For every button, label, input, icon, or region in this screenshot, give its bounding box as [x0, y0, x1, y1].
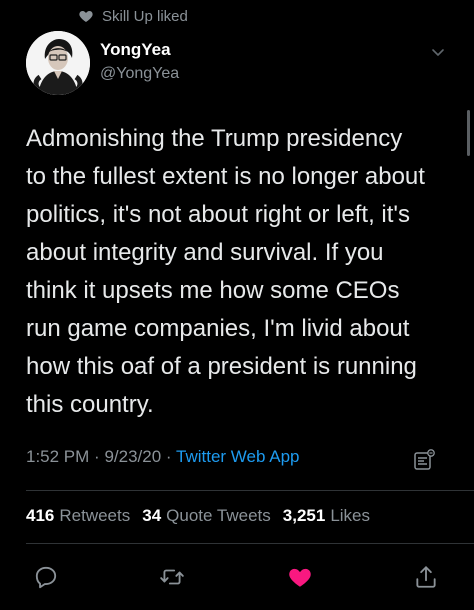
quote-tweets-count: 34	[142, 506, 162, 525]
quote-tweets-stat[interactable]: 34 Quote Tweets	[142, 506, 271, 526]
like-icon[interactable]	[287, 564, 313, 590]
retweets-count: 416	[26, 506, 55, 525]
social-context[interactable]: Skill Up liked	[78, 6, 188, 26]
tweet-time[interactable]: 1:52 PM	[26, 447, 89, 466]
retweets-stat[interactable]: 416 Retweets	[26, 506, 130, 526]
share-icon[interactable]	[413, 564, 439, 590]
author-display-name[interactable]: YongYea	[100, 40, 171, 60]
meta-separator: ·	[165, 447, 172, 466]
likes-stat[interactable]: 3,251 Likes	[283, 506, 370, 526]
likes-label: Likes	[330, 506, 370, 525]
tweet-date[interactable]: 9/23/20	[104, 447, 161, 466]
retweet-icon[interactable]	[159, 564, 185, 590]
divider	[26, 490, 474, 491]
social-context-text: Skill Up liked	[102, 7, 188, 25]
retweets-label: Retweets	[59, 506, 131, 525]
reply-icon[interactable]	[33, 564, 59, 590]
author-handle[interactable]: @YongYea	[100, 65, 179, 83]
quote-tweets-label: Quote Tweets	[166, 506, 271, 525]
engagement-stats: 416 Retweets 34 Quote Tweets 3,251 Likes	[26, 506, 376, 526]
meta-separator: ·	[94, 447, 100, 466]
chevron-down-icon[interactable]	[430, 44, 446, 60]
tweet-text: Admonishing the Trump presidency to the …	[26, 125, 425, 418]
tweet-source[interactable]: Twitter Web App	[176, 447, 299, 466]
tweet-header: YongYea @YongYea	[26, 30, 454, 95]
avatar[interactable]	[26, 31, 90, 95]
tweet-meta: 1:52 PM · 9/23/20 · Twitter Web App	[26, 447, 299, 467]
divider	[26, 543, 474, 544]
likes-count: 3,251	[282, 506, 326, 525]
heart-icon	[78, 8, 94, 24]
scrollbar[interactable]	[467, 110, 470, 156]
analytics-icon[interactable]	[412, 448, 436, 472]
